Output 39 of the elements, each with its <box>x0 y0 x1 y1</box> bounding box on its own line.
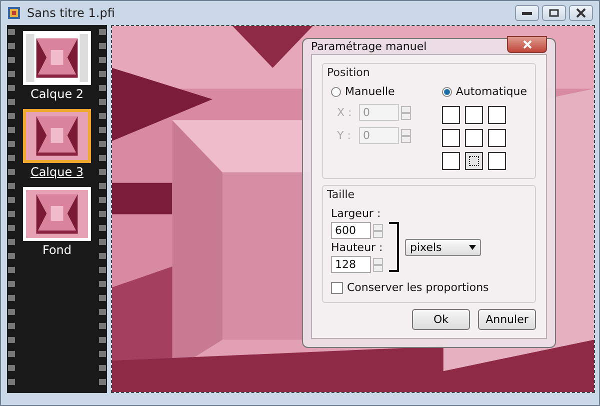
proportions-checkbox[interactable]: Conserver les proportions <box>331 281 527 294</box>
group-label: Taille <box>327 188 356 201</box>
anchor-cell[interactable] <box>464 129 483 147</box>
close-icon <box>522 40 532 48</box>
maximize-icon <box>549 9 559 17</box>
number-field[interactable]: 128 <box>331 256 371 273</box>
layer-item[interactable]: Fond <box>23 187 91 263</box>
field-label: Hauteur : <box>331 241 383 254</box>
close-icon <box>576 8 586 18</box>
dialog-title: Paramétrage manuel <box>311 40 427 53</box>
radio-button[interactable]: Automatique <box>442 85 527 98</box>
field-label: X : <box>337 106 353 119</box>
radio-button[interactable]: Manuelle <box>331 85 411 98</box>
group-label: Position <box>327 66 371 79</box>
layer-item[interactable]: Calque 2 <box>23 31 91 107</box>
window-title: Sans titre 1.pfi <box>27 6 115 20</box>
link-bracket <box>389 222 399 272</box>
anchor-cell[interactable] <box>488 106 506 124</box>
anchor-cell[interactable] <box>464 106 483 124</box>
maximize-button[interactable] <box>542 5 566 21</box>
layer-item[interactable]: Calque 3 <box>23 109 91 185</box>
minimize-button[interactable] <box>515 5 539 21</box>
anchor-cell[interactable] <box>488 129 506 147</box>
unit-dropdown[interactable]: pixels <box>405 238 481 256</box>
number-field[interactable]: 600 <box>331 222 371 239</box>
dialog-button[interactable]: Annuler <box>478 309 536 330</box>
anchor-cell[interactable] <box>464 152 483 170</box>
close-button[interactable] <box>507 36 547 52</box>
dialog-button[interactable]: Ok <box>412 309 470 330</box>
anchor-cell[interactable] <box>488 152 506 170</box>
anchor-cell[interactable] <box>442 106 460 124</box>
anchor-cell[interactable] <box>442 152 460 170</box>
caret-icon <box>469 244 476 250</box>
close-button[interactable] <box>569 5 593 21</box>
anchor-cell[interactable] <box>442 129 460 147</box>
field-label: Y : <box>337 129 352 142</box>
minimize-icon <box>522 12 532 14</box>
field-label: Largeur : <box>331 207 382 220</box>
app-icon <box>7 6 21 20</box>
